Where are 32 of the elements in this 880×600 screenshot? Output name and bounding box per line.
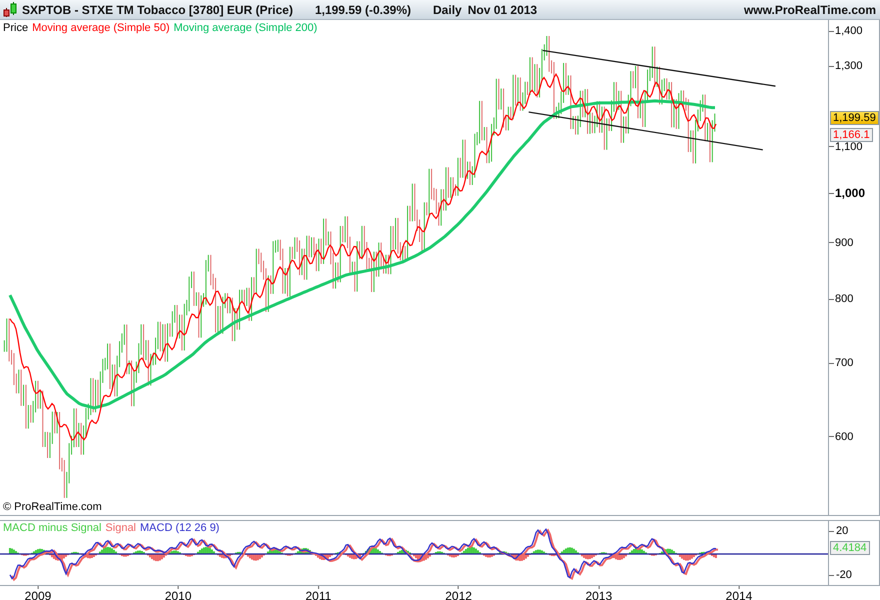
axis-tick-label: 20 <box>836 525 848 537</box>
legend-label: Price <box>3 22 28 36</box>
copyright-text: © ProRealTime.com <box>3 501 102 513</box>
axis-tick-label: 1,400 <box>835 25 863 37</box>
axis-tick-label: 900 <box>835 236 854 249</box>
axis-tick-label: -20 <box>836 569 852 581</box>
last-price-label: 1,199.59 <box>830 111 879 125</box>
indicator-value-label: 4.4184 <box>830 541 870 555</box>
axis-tick-label: 2011 <box>305 589 332 600</box>
chart-title: SXPTOB - STXE TM Tobacco [3780] EUR (Price) <box>22 2 293 16</box>
period-label: Daily <box>433 2 462 16</box>
axis-tick-label: 600 <box>835 430 854 443</box>
axis-tick-label: 1,000 <box>835 186 866 200</box>
candlestick-icon <box>3 2 17 18</box>
legend-label: Moving average (Simple 200) <box>174 22 318 36</box>
axis-tick-label: 1,300 <box>835 60 863 72</box>
legend-label: Signal <box>105 522 136 534</box>
axis-tick-label: 2012 <box>445 589 472 600</box>
axis-tick-label: 2013 <box>585 589 612 600</box>
legend-label: MACD (12 26 9) <box>140 522 220 534</box>
legend-label: MACD minus Signal <box>3 522 102 534</box>
axis-tick-label: 2009 <box>24 589 52 600</box>
legend-label: Moving average (Simple 50) <box>32 22 170 36</box>
axis-tick-label: 2014 <box>726 589 752 600</box>
average-value-label: 1,166.1 <box>830 128 873 142</box>
axis-tick-label: 1,100 <box>835 140 863 153</box>
date-label: Nov 01 2013 <box>468 2 538 16</box>
axis-tick-label: 800 <box>835 293 854 306</box>
axis-tick-label: 2010 <box>164 589 192 600</box>
site-url: www.ProRealTime.com <box>744 2 876 16</box>
axis-tick-label: 700 <box>835 357 854 370</box>
price-quote: 1,199.59 (-0.39%) <box>314 2 412 16</box>
